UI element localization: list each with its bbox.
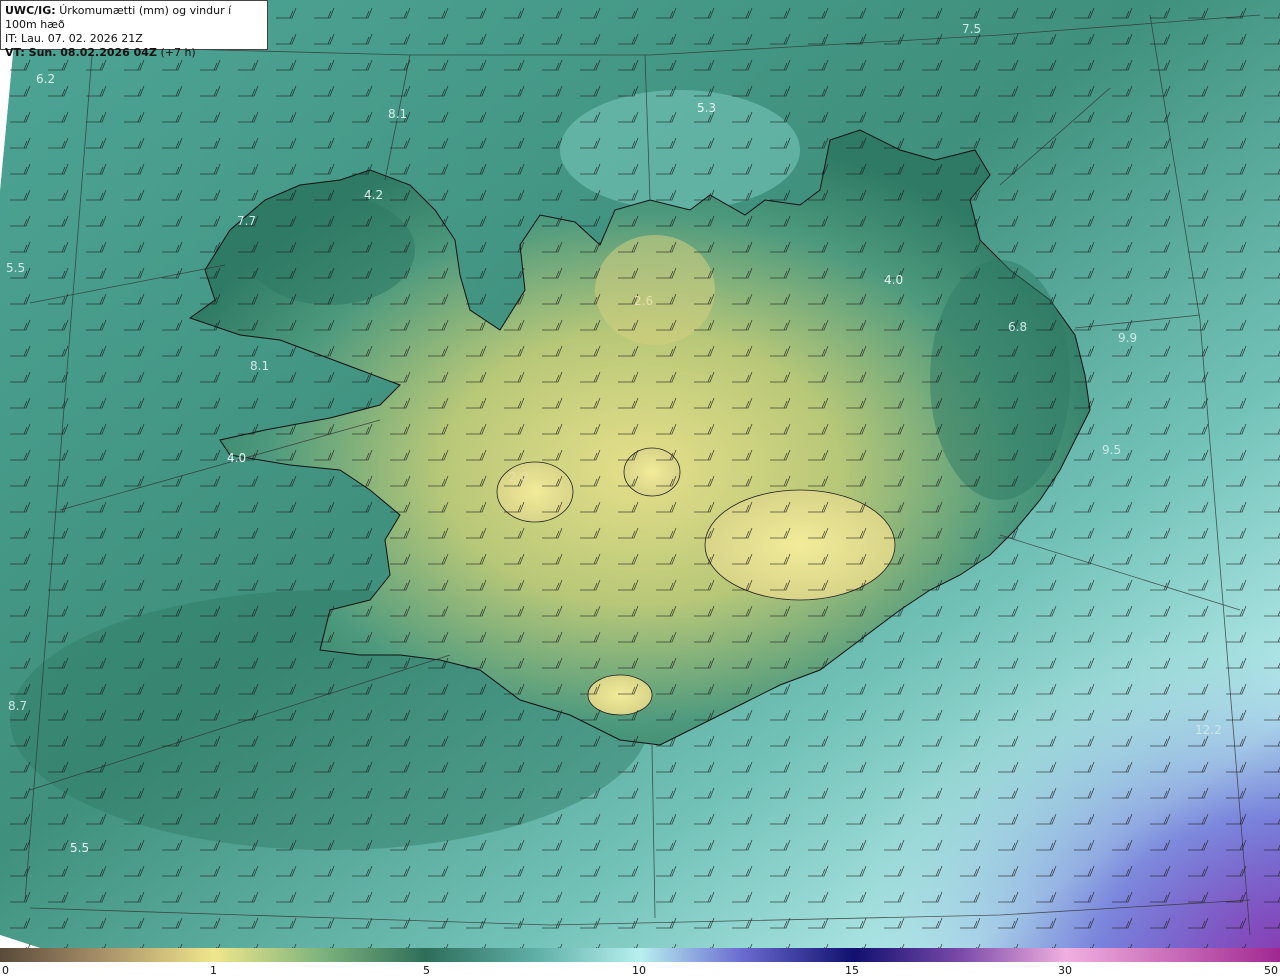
map-value-label: 9.5 xyxy=(1102,443,1121,457)
colorbar-tick: 15 xyxy=(845,964,859,977)
map-value-label: 8.1 xyxy=(250,359,269,373)
valid-time: VT: Sun. 08.02.2026 04Z xyxy=(5,46,157,59)
colorbar-gradient xyxy=(0,948,1280,962)
map-value-label: 8.1 xyxy=(388,107,407,121)
colorbar-tick: 1 xyxy=(210,964,217,977)
map-value-label: 2.6 xyxy=(634,294,653,308)
precipitation-colorbar: 0 1 5 10 15 30 50 xyxy=(0,948,1280,977)
colorbar-tick: 5 xyxy=(423,964,430,977)
map-value-label: 2.0 xyxy=(509,470,528,484)
initial-time: IT: Lau. 07. 02. 2026 21Z xyxy=(5,32,143,45)
map-value-label: 6.8 xyxy=(1008,320,1027,334)
forecast-offset: (+7 h) xyxy=(160,46,196,59)
map-value-label: 4.0 xyxy=(227,451,246,465)
colorbar-tick: 30 xyxy=(1058,964,1072,977)
wind-barbs-layer xyxy=(0,0,1280,948)
map-title-box: UWC/IG: Úrkomumætti (mm) og vindur í 100… xyxy=(0,0,268,59)
map-value-label: 4.2 xyxy=(364,188,383,202)
map-value-label: 5.3 xyxy=(697,101,716,115)
colorbar-tick: 50 xyxy=(1264,964,1278,977)
map-value-label: 5.5 xyxy=(70,841,89,855)
map-value-label: 7.7 xyxy=(237,214,256,228)
colorbar-tick: 0 xyxy=(2,964,9,977)
map-value-label: 4.0 xyxy=(884,273,903,287)
precipitation-map: 6.2 8.1 5.3 7.5 4.2 7.7 5.5 2.6 4.0 6.8 … xyxy=(0,0,1280,948)
map-value-label: 8.7 xyxy=(8,699,27,713)
map-value-label: 7.5 xyxy=(962,22,981,36)
map-value-label: 9.9 xyxy=(1118,331,1137,345)
map-value-label: 6.2 xyxy=(36,72,55,86)
model-name: UWC/IG: xyxy=(5,4,56,17)
map-value-label: 12.2 xyxy=(1195,723,1222,737)
colorbar-tick: 10 xyxy=(632,964,646,977)
map-value-label: 5.5 xyxy=(6,261,25,275)
